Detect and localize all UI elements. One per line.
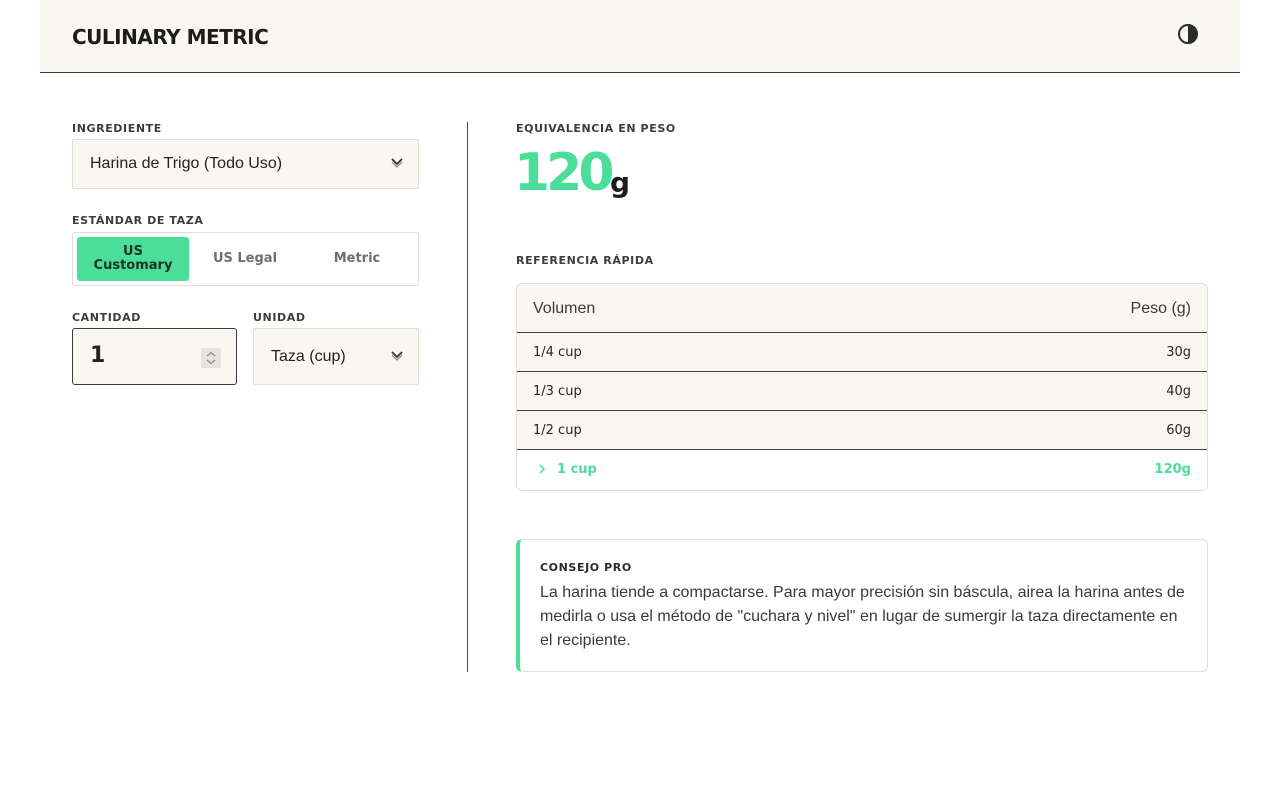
quantity-value: 1	[90, 343, 106, 368]
chevron-down-icon	[390, 348, 404, 362]
cup-standard-metric[interactable]: Metric	[301, 237, 413, 281]
cup-standard-toggle: US Customary US Legal Metric	[72, 232, 419, 286]
row-volume: 1/2 cup	[533, 423, 582, 438]
chevron-right-icon	[537, 462, 547, 476]
quantity-input[interactable]: 1	[72, 328, 237, 385]
row-volume: 1 cup	[557, 462, 597, 477]
cup-standard-label: ESTÁNDAR DE TAZA	[72, 214, 204, 227]
contrast-icon[interactable]	[1177, 23, 1199, 45]
row-weight: 30g	[1166, 345, 1191, 360]
table-row: 1/2 cup 60g	[517, 411, 1207, 450]
quick-reference-label: REFERENCIA RÁPIDA	[516, 254, 654, 267]
app-header: CULINARY METRIC	[40, 0, 1240, 73]
quantity-label: CANTIDAD	[72, 311, 141, 324]
quick-reference-table: Volumen Peso (g) 1/4 cup 30g 1/3 cup 40g…	[516, 283, 1208, 491]
ingredient-value: Harina de Trigo (Todo Uso)	[90, 155, 283, 172]
row-volume: 1/4 cup	[533, 345, 582, 360]
chevron-down-icon	[390, 155, 404, 169]
row-volume: 1/3 cup	[533, 384, 582, 399]
table-row: 1/3 cup 40g	[517, 372, 1207, 411]
pro-tip-card: CONSEJO PRO La harina tiende a compactar…	[516, 539, 1208, 672]
column-header-weight: Peso (g)	[1130, 300, 1191, 317]
weight-unit: g	[610, 166, 631, 199]
pro-tip-text: La harina tiende a compactarse. Para may…	[540, 584, 1185, 649]
ingredient-select[interactable]: Harina de Trigo (Todo Uso)	[72, 139, 419, 189]
table-row: 1/4 cup 30g	[517, 333, 1207, 372]
column-divider	[467, 122, 468, 672]
column-header-volume: Volumen	[533, 300, 596, 317]
unit-label: UNIDAD	[253, 311, 306, 324]
table-row-selected: 1 cup 120g	[517, 450, 1207, 490]
weight-equivalence-label: EQUIVALENCIA EN PESO	[516, 122, 676, 135]
cup-standard-us-legal[interactable]: US Legal	[189, 237, 301, 281]
pro-tip-label: CONSEJO PRO	[540, 561, 632, 574]
unit-select[interactable]: Taza (cup)	[253, 328, 419, 385]
ingredient-label: INGREDIENTE	[72, 122, 162, 135]
row-weight: 40g	[1166, 384, 1191, 399]
cup-standard-us-customary[interactable]: US Customary	[77, 237, 189, 281]
row-weight: 60g	[1166, 423, 1191, 438]
quantity-stepper[interactable]	[201, 348, 221, 368]
weight-value: 120	[514, 143, 615, 203]
table-header: Volumen Peso (g)	[517, 284, 1207, 333]
row-weight: 120g	[1154, 462, 1191, 477]
app-title: CULINARY METRIC	[72, 25, 269, 49]
unit-value: Taza (cup)	[271, 348, 346, 365]
